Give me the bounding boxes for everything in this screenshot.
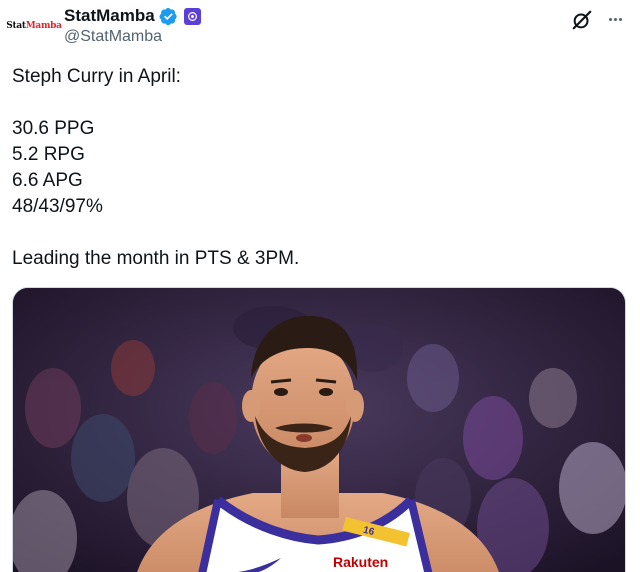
tweet-line: Steph Curry in April: [12,66,181,87]
tweet-line: Leading the month in PTS & 3PM. [12,248,300,269]
tweet-line: 5.2 RPG [12,144,85,165]
verified-badge-icon[interactable] [159,7,178,26]
org-affiliation-badge-icon[interactable] [183,7,201,25]
player-photo: 16 Rakuten [13,288,625,572]
tweet-line: 6.6 APG [12,170,83,191]
avatar-text-black: Stat [6,21,26,31]
avatar-text-red: Mamba [25,21,62,31]
more-options-icon[interactable] [604,10,626,28]
tweet: Stat Mamba StatMamba @StatMamba Steph Cur… [0,0,640,572]
tweet-line: 48/43/97% [12,196,103,217]
tweet-line: 30.6 PPG [12,118,95,139]
author-display-name[interactable]: StatMamba [64,6,155,26]
grok-icon[interactable] [571,9,593,31]
avatar[interactable]: Stat Mamba [6,4,62,48]
author-name-row: StatMamba [64,6,201,26]
author-handle[interactable]: @StatMamba [64,28,162,46]
tweet-photo[interactable]: 16 Rakuten [12,287,626,572]
tweet-text: Steph Curry in April: 30.6 PPG 5.2 RPG 6… [12,64,622,272]
jersey-sponsor: Rakuten [333,554,388,570]
